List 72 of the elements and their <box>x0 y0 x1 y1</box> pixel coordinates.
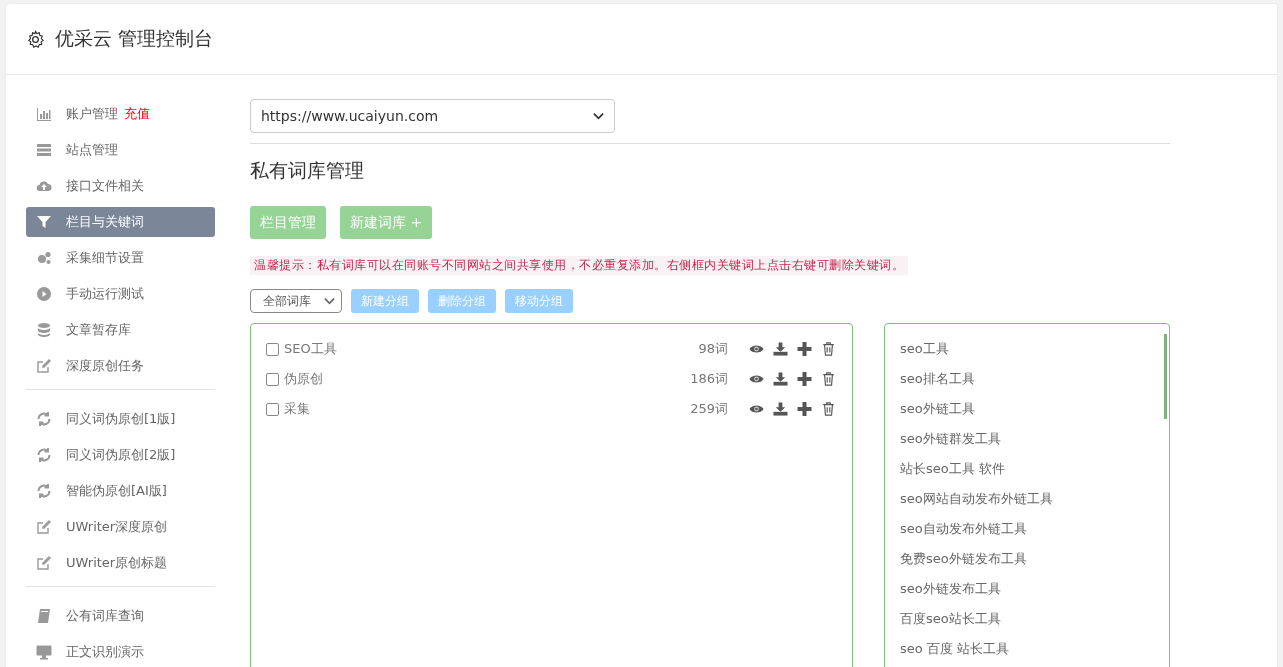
menu-icon <box>36 483 52 499</box>
recharge-link[interactable]: 充值 <box>124 105 150 123</box>
keyword-item[interactable]: 站长seo工具 软件 <box>900 454 1169 484</box>
menu-icon <box>36 142 52 158</box>
trash-icon[interactable] <box>821 372 836 386</box>
sidebar-item[interactable]: 采集细节设置 <box>26 243 215 273</box>
keyword-item[interactable]: seo自动发布外链工具 <box>900 514 1169 544</box>
library-name[interactable]: 伪原创 <box>284 370 691 388</box>
checkbox[interactable] <box>266 372 279 386</box>
download-icon[interactable] <box>773 402 788 416</box>
sidebar-item[interactable]: 文章暂存库 <box>26 315 215 345</box>
eye-icon[interactable] <box>749 342 764 356</box>
keyword-item[interactable]: 免费seo外链发布工具 <box>900 544 1169 574</box>
keyword-item[interactable]: seo 百度 站长工具 <box>900 634 1169 664</box>
menu-icon <box>36 555 52 571</box>
menu-icon <box>36 519 52 535</box>
sidebar-item[interactable]: UWriter原创标题 <box>26 548 215 578</box>
chevron-down-icon[interactable] <box>324 297 335 305</box>
keyword-item[interactable]: 百度seo站长工具 <box>900 604 1169 634</box>
menu-icon <box>36 358 52 374</box>
sidebar-item[interactable]: 智能伪原创[AI版] <box>26 476 215 506</box>
menu-icon <box>36 447 52 463</box>
menu-icon <box>36 214 52 230</box>
library-name[interactable]: 采集 <box>284 400 691 418</box>
menu-icon <box>36 178 52 194</box>
sidebar-item[interactable]: 接口文件相关 <box>26 171 215 201</box>
sidebar-item[interactable]: 站点管理 <box>26 135 215 165</box>
console-title: 优采云 管理控制台 <box>55 26 214 51</box>
plus-icon[interactable] <box>797 402 812 416</box>
menu-icon <box>36 608 52 624</box>
library-filter-select[interactable]: 全部词库 <box>250 289 342 313</box>
checkbox[interactable] <box>266 402 279 416</box>
section-heading: 私有词库管理 <box>250 158 365 183</box>
download-icon[interactable] <box>773 342 788 356</box>
keyword-item[interactable]: seo外链工具 <box>900 394 1169 424</box>
library-name[interactable]: SEO工具 <box>284 340 699 358</box>
sidebar-item[interactable]: 栏目与关键词 <box>26 207 215 237</box>
checkbox[interactable] <box>266 342 279 356</box>
menu-icon <box>36 286 52 302</box>
sidebar-item[interactable]: 手动运行测试 <box>26 279 215 309</box>
keyword-item[interactable]: seo网站自动发布外链工具 <box>900 484 1169 514</box>
menu-icon <box>36 250 52 266</box>
keyword-item[interactable]: seo排名工具 <box>900 364 1169 394</box>
eye-icon[interactable] <box>749 402 764 416</box>
settings-icon <box>26 29 45 49</box>
menu-icon <box>36 411 52 427</box>
trash-icon[interactable] <box>821 402 836 416</box>
menu-icon <box>36 322 52 338</box>
eye-icon[interactable] <box>749 372 764 386</box>
tip-text: 温馨提示：私有词库可以在同账号不同网站之间共享使用，不必重复添加。右侧框内关键词上点击右键可删除关键词。 <box>250 256 908 275</box>
sidebar-item[interactable]: 账户管理 充值 <box>26 99 215 129</box>
word-count: 98词 <box>698 340 728 358</box>
menu-icon <box>36 644 52 660</box>
word-count: 259词 <box>690 400 728 418</box>
plus-icon[interactable] <box>797 342 812 356</box>
chevron-down-icon[interactable] <box>593 112 604 120</box>
download-icon[interactable] <box>773 372 788 386</box>
menu-icon <box>36 106 52 122</box>
scrollbar-thumb[interactable] <box>1164 334 1167 419</box>
trash-icon[interactable] <box>821 342 836 356</box>
sidebar-item[interactable]: 深度原创任务 <box>26 351 215 381</box>
word-count: 186词 <box>690 370 728 388</box>
sidebar-item[interactable]: UWriter深度原创 <box>26 512 215 542</box>
sidebar-item[interactable]: 同义词伪原创[1版] <box>26 404 215 434</box>
keyword-item[interactable]: seo外链群发工具 <box>900 424 1169 454</box>
sidebar-item[interactable]: 正文识别演示 <box>26 637 215 667</box>
keyword-item[interactable]: seo外链发布工具 <box>900 574 1169 604</box>
sidebar-item[interactable]: 同义词伪原创[2版] <box>26 440 215 470</box>
sidebar-item[interactable]: 公有词库查询 <box>26 601 215 631</box>
plus-icon[interactable] <box>797 372 812 386</box>
keyword-item[interactable]: seo工具 <box>900 334 1169 364</box>
site-select[interactable]: https://www.ucaiyun.com <box>250 99 615 133</box>
